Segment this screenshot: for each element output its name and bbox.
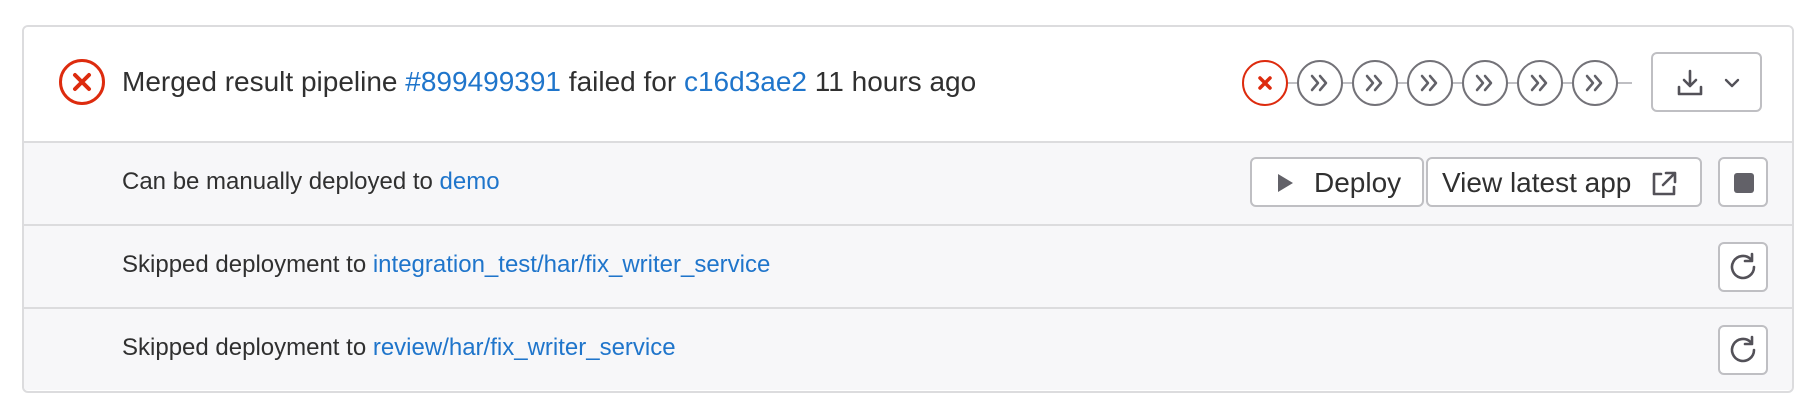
deployment-text: Skipped deployment to review/har/fix_wri…	[122, 333, 676, 363]
stage-skipped[interactable]	[1572, 60, 1618, 106]
pipeline-time: 11 hours ago	[814, 66, 977, 97]
chevron-double-right-icon	[1420, 74, 1438, 92]
pipeline-title: Merged result pipeline #899499391 failed…	[122, 65, 976, 99]
retry-deployment-button[interactable]	[1718, 242, 1768, 292]
play-icon	[1278, 174, 1293, 192]
download-icon	[1677, 69, 1703, 96]
chevron-double-right-icon	[1530, 74, 1548, 92]
deployment-text: Skipped deployment to integration_test/h…	[122, 250, 770, 280]
deployment-text: Can be manually deployed to demo	[122, 167, 500, 197]
environment-link[interactable]: demo	[440, 168, 500, 195]
stage-skipped[interactable]	[1297, 60, 1343, 106]
deployment-label: Skipped deployment to	[122, 334, 367, 361]
deploy-button[interactable]: Deploy	[1250, 157, 1424, 207]
stage-failed[interactable]	[1242, 60, 1288, 106]
pipeline-stages	[1242, 58, 1662, 108]
deployment-row: Skipped deployment to review/har/fix_wri…	[24, 307, 1792, 390]
environment-link[interactable]: integration_test/har/fix_writer_service	[373, 251, 771, 278]
pipeline-summary: Merged result pipeline #899499391 failed…	[24, 27, 1792, 141]
deploy-button-label: Deploy	[1314, 167, 1402, 198]
chevron-down-icon	[1724, 78, 1740, 88]
retry-icon	[1730, 252, 1756, 280]
deployment-row: Skipped deployment to integration_test/h…	[24, 224, 1792, 307]
pipeline-widget: Merged result pipeline #899499391 failed…	[22, 25, 1794, 393]
pipeline-status-text: failed for	[568, 66, 677, 97]
stage-skipped[interactable]	[1352, 60, 1398, 106]
external-link-icon	[1652, 171, 1677, 196]
pipeline-prefix: Merged result pipeline	[122, 66, 398, 97]
commit-link[interactable]: c16d3ae2	[684, 66, 807, 97]
chevron-double-right-icon	[1585, 74, 1603, 92]
stage-skipped[interactable]	[1517, 60, 1563, 106]
close-icon	[1258, 76, 1272, 90]
environment-link[interactable]: review/har/fix_writer_service	[373, 334, 676, 361]
retry-icon	[1730, 335, 1756, 363]
deployment-label: Skipped deployment to	[122, 251, 367, 278]
view-latest-app-button[interactable]: View latest app	[1426, 157, 1702, 207]
deployment-row: Can be manually deployed to demo Deploy …	[24, 141, 1792, 224]
chevron-double-right-icon	[1365, 74, 1383, 92]
view-latest-app-label: View latest app	[1442, 167, 1632, 198]
stop-environment-button[interactable]	[1718, 157, 1768, 207]
stage-skipped[interactable]	[1462, 60, 1508, 106]
retry-deployment-button[interactable]	[1718, 325, 1768, 375]
download-artifacts-button[interactable]	[1651, 52, 1762, 112]
deployment-label: Can be manually deployed to	[122, 168, 433, 195]
stop-icon	[1734, 173, 1754, 193]
pipeline-id-link[interactable]: #899499391	[405, 66, 561, 97]
chevron-double-right-icon	[1310, 74, 1328, 92]
status-failed-icon[interactable]	[58, 58, 106, 106]
stage-skipped[interactable]	[1407, 60, 1453, 106]
chevron-double-right-icon	[1475, 74, 1493, 92]
